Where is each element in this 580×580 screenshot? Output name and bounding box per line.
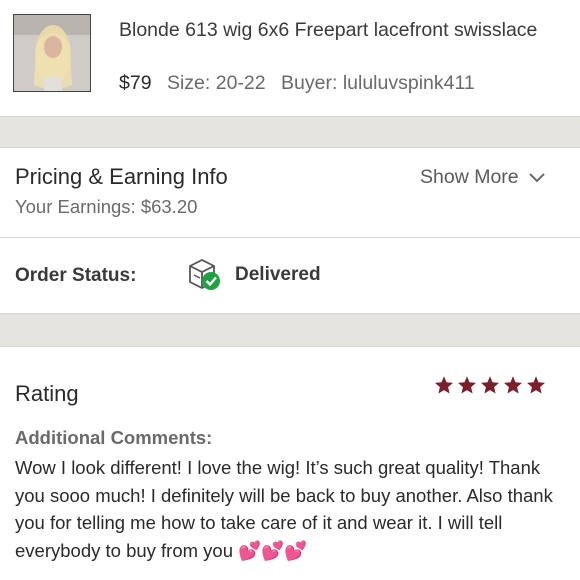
order-status-label: Order Status:	[15, 265, 137, 286]
product-size: Size: 20-22	[166, 72, 266, 94]
pricing-section: Pricing & Earning Info Your Earnings: $6…	[0, 148, 580, 238]
rating-title: Rating	[15, 381, 79, 406]
star-rating	[434, 375, 546, 395]
section-divider	[0, 116, 580, 148]
star-icon	[504, 376, 522, 394]
your-earnings: Your Earnings: $63.20	[15, 196, 198, 217]
product-meta: $79 Size: 20-22 Buyer: lululuvspink411	[119, 72, 475, 95]
chevron-down-icon	[528, 172, 545, 182]
product-thumbnail[interactable]	[13, 14, 91, 92]
star-icon	[527, 376, 545, 394]
pricing-title: Pricing & Earning Info	[15, 164, 228, 189]
product-card[interactable]: Blonde 613 wig 6x6 Freepart lacefront sw…	[0, 0, 580, 116]
additional-comments-label: Additional Comments:	[15, 427, 213, 448]
product-title[interactable]: Blonde 613 wig 6x6 Freepart lacefront sw…	[119, 16, 539, 44]
show-more-label: Show More	[420, 166, 519, 188]
star-icon	[435, 376, 453, 394]
order-status-section: Order Status: Delivered	[0, 238, 580, 313]
section-divider	[0, 313, 580, 347]
product-buyer[interactable]: Buyer: lululuvspink411	[281, 72, 475, 94]
buyer-comment: Wow I look different! I love the wig! It…	[15, 457, 553, 561]
product-price: $79	[119, 72, 152, 94]
order-status-value: Delivered	[235, 264, 321, 285]
delivered-package-icon	[189, 258, 220, 290]
star-icon	[481, 376, 499, 394]
show-more-button[interactable]: Show More	[420, 166, 545, 189]
rating-section: Rating Additional Comments: Wow I look d…	[0, 347, 580, 580]
star-icon	[458, 376, 476, 394]
